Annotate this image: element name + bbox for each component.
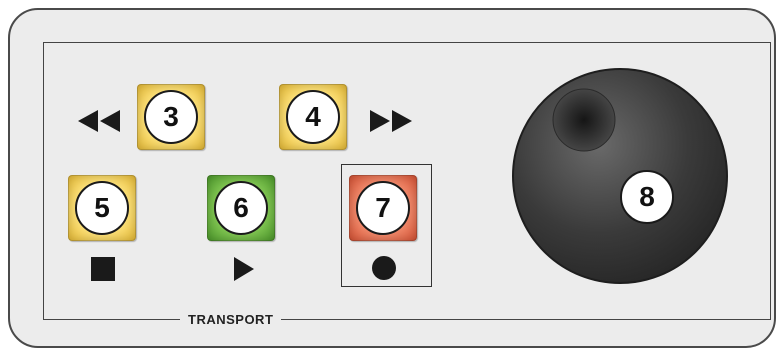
- callout-7: 7: [356, 181, 410, 235]
- fast-forward-icon: [370, 110, 412, 132]
- stop-icon: [91, 257, 115, 281]
- jog-wheel[interactable]: [510, 66, 730, 286]
- stop-button[interactable]: 5: [68, 175, 136, 241]
- fast-forward-button[interactable]: 4: [279, 84, 347, 150]
- play-icon: [234, 257, 254, 281]
- callout-8: 8: [620, 170, 674, 224]
- callout-6: 6: [214, 181, 268, 235]
- callout-4: 4: [286, 90, 340, 144]
- rewind-button[interactable]: 3: [137, 84, 205, 150]
- transport-label: TRANSPORT: [180, 312, 282, 327]
- play-button[interactable]: 6: [207, 175, 275, 241]
- callout-3: 3: [144, 90, 198, 144]
- callout-5: 5: [75, 181, 129, 235]
- rewind-icon: [78, 110, 120, 132]
- record-icon: [372, 256, 396, 280]
- finger-dimple: [552, 88, 616, 152]
- record-button[interactable]: 7: [349, 175, 417, 241]
